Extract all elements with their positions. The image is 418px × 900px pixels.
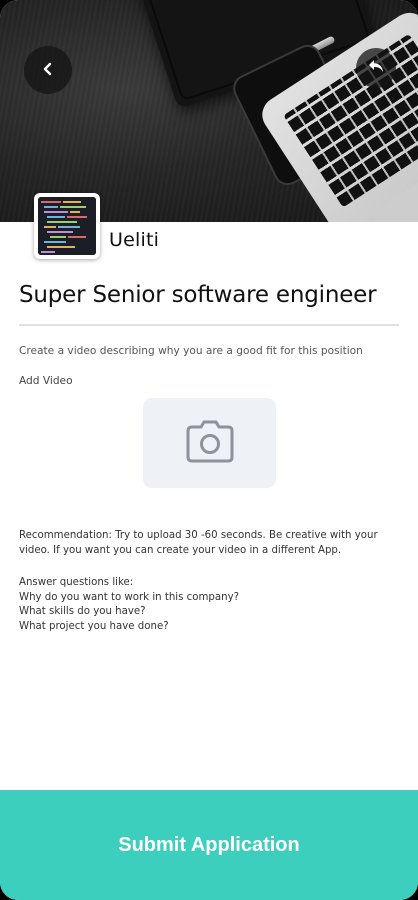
share-button[interactable] [356, 48, 396, 88]
recommendation-line: Recommendation: Try to upload 30 -60 sec… [19, 530, 378, 541]
app-screen: Ueliti Super Senior software engineer Cr… [0, 0, 418, 900]
add-video-button[interactable] [143, 398, 276, 488]
recommendation-line: video. If you want you can create your v… [19, 544, 342, 556]
submit-application-button[interactable]: Submit Application [0, 790, 418, 900]
reply-arrow-icon [367, 58, 385, 78]
back-button[interactable] [24, 46, 72, 94]
hero-image [0, 0, 418, 222]
recommendation-text: Recommendation: Try to upload 30 -60 sec… [19, 529, 404, 558]
job-title: Super Senior software engineer [19, 282, 377, 308]
questions-intro: Answer questions like: [19, 577, 134, 588]
questions-list: Answer questions like: Why do you want t… [19, 576, 404, 634]
divider [19, 324, 399, 326]
camera-icon [184, 419, 236, 467]
company-name: Ueliti [109, 229, 160, 251]
question-item: Why do you want to work in this company? [19, 591, 240, 603]
chevron-left-icon [41, 61, 55, 80]
company-logo [34, 193, 100, 259]
question-item: What skills do you have? [19, 606, 146, 617]
question-item: What project you have done? [19, 620, 169, 632]
video-instruction: Create a video describing why you are a … [19, 345, 363, 357]
add-video-label: Add Video [19, 375, 73, 387]
